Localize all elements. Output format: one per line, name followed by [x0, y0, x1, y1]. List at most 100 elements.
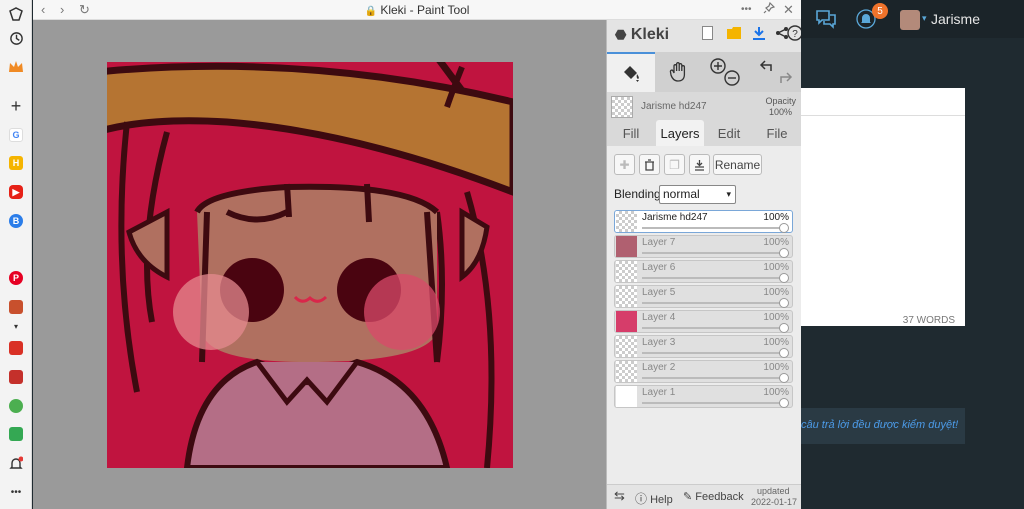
layer-row[interactable]: Layer 5 100% — [614, 285, 793, 308]
layer-opacity-slider[interactable] — [642, 323, 789, 333]
google-icon[interactable]: G — [6, 125, 26, 145]
layer-opacity-slider[interactable] — [642, 373, 789, 383]
feedback-link[interactable]: ✎ Feedback — [683, 490, 744, 503]
paint-bucket-tool[interactable] — [607, 52, 655, 92]
bookmark-icon[interactable]: B — [6, 211, 26, 231]
layer-row[interactable]: Layer 4 100% — [614, 310, 793, 333]
merge-layer-button[interactable] — [689, 154, 710, 175]
grid-icon[interactable] — [6, 424, 26, 444]
blending-row: Blending normal ▾ — [607, 182, 802, 208]
layer-toolbar: ✚ ❐ Rename — [607, 146, 802, 182]
more-options-button[interactable]: ••• — [741, 4, 752, 15]
slider-knob[interactable] — [779, 398, 789, 408]
username[interactable]: Jarisme — [931, 11, 980, 27]
history-icon[interactable] — [6, 28, 26, 48]
moderation-notice: câu trả lời đều được kiểm duyệt! — [801, 408, 965, 444]
open-folder-icon[interactable] — [727, 26, 741, 43]
drawing-canvas[interactable] — [107, 62, 513, 468]
tools-row — [607, 52, 802, 92]
layer-opacity-slider[interactable] — [642, 398, 789, 408]
pinterest-icon[interactable]: P — [6, 268, 26, 288]
layer-opacity: 100% — [763, 312, 789, 323]
layer-opacity-slider[interactable] — [642, 348, 789, 358]
chat-bubbles-icon[interactable] — [815, 9, 837, 34]
new-image-icon[interactable] — [702, 26, 713, 44]
layer-thumbnail — [616, 386, 637, 407]
layer-row[interactable]: Layer 7 100% — [614, 235, 793, 258]
feedback-label: Feedback — [695, 491, 744, 503]
h-icon[interactable]: H — [6, 153, 26, 173]
chevron-down-icon: ▾ — [726, 189, 731, 199]
layer-name: Layer 4 — [642, 312, 676, 323]
layer-row[interactable]: Layer 6 100% — [614, 260, 793, 283]
slider-knob[interactable] — [779, 273, 789, 283]
undo-redo-controls[interactable] — [753, 52, 799, 92]
layer-opacity: 100% — [763, 237, 789, 248]
text-editor[interactable]: 37 WORDS — [801, 88, 965, 326]
tab-layers[interactable]: Layers — [656, 120, 704, 146]
kleki-logo-icon: ⬣ — [615, 27, 627, 42]
layer-thumbnail — [616, 336, 637, 357]
brand-row: ⬣ Kleki ? — [607, 20, 803, 52]
tab-fill[interactable]: Fill — [613, 120, 649, 146]
blending-value: normal — [663, 187, 700, 201]
slider-knob[interactable] — [779, 323, 789, 333]
layer-name: Layer 3 — [642, 337, 676, 348]
layer-row[interactable]: Layer 2 100% — [614, 360, 793, 383]
kleki-logo[interactable]: ⬣ Kleki — [615, 26, 669, 44]
window-title: Kleki - Paint Tool — [380, 3, 470, 17]
blending-label: Blending — [614, 187, 661, 201]
layer-row[interactable]: Layer 3 100% — [614, 335, 793, 358]
more-icon[interactable]: ••• — [6, 482, 26, 502]
swap-icon[interactable]: ⇆ — [614, 488, 625, 504]
bell-icon[interactable] — [6, 453, 26, 473]
layer-opacity-slider[interactable] — [642, 248, 789, 258]
chat-icon[interactable] — [6, 396, 26, 416]
layer-name: Layer 1 — [642, 387, 676, 398]
shield-icon[interactable] — [6, 297, 26, 317]
editor-toolbar — [801, 88, 965, 116]
tab-edit[interactable]: Edit — [711, 120, 747, 146]
layer-thumbnail — [616, 361, 637, 382]
layer-opacity-slider[interactable] — [642, 298, 789, 308]
slider-knob[interactable] — [779, 298, 789, 308]
layer-opacity: 100% — [763, 287, 789, 298]
layer-thumbnail — [616, 261, 637, 282]
close-button[interactable]: ✕ — [783, 2, 794, 18]
shield-badge — [9, 300, 23, 314]
browser-logo-icon[interactable] — [6, 4, 26, 24]
hand-tool[interactable] — [659, 52, 699, 92]
duplicate-layer-button[interactable]: ❐ — [664, 154, 685, 175]
download-icon[interactable] — [752, 26, 766, 44]
layer-opacity-slider[interactable] — [642, 273, 789, 283]
add-layer-button[interactable]: ✚ — [614, 154, 635, 175]
chevron-down-icon[interactable]: ▾ — [6, 316, 26, 336]
layer-row[interactable]: Layer 1 100% — [614, 385, 793, 408]
browser-sidebar: + G H ▶ B P ▾ ••• — [0, 0, 32, 509]
layer-opacity-slider[interactable] — [642, 223, 789, 233]
slider-knob[interactable] — [779, 373, 789, 383]
slider-knob[interactable] — [779, 223, 789, 233]
layer-name: Layer 7 — [642, 237, 676, 248]
artwork — [107, 62, 513, 468]
h-badge: H — [9, 156, 23, 170]
tab-file[interactable]: File — [759, 120, 795, 146]
feedback-icon: ✎ — [683, 491, 693, 503]
add-icon[interactable]: + — [6, 96, 26, 116]
slider-knob[interactable] — [779, 348, 789, 358]
help-link[interactable]: ⓘ Help — [635, 490, 673, 507]
zoom-controls[interactable] — [705, 52, 745, 92]
avatar[interactable] — [900, 10, 920, 30]
crown-icon[interactable] — [6, 57, 26, 77]
youtube-icon[interactable]: ▶ — [6, 182, 26, 202]
gift-icon[interactable] — [6, 338, 26, 358]
blending-select[interactable]: normal ▾ — [659, 185, 736, 204]
delete-layer-button[interactable] — [639, 154, 660, 175]
slider-knob[interactable] — [779, 248, 789, 258]
tiki-icon[interactable] — [6, 367, 26, 387]
window-title-row: 🔒 Kleki - Paint Tool — [33, 3, 801, 17]
layer-name: Layer 5 — [642, 287, 676, 298]
pin-button[interactable] — [763, 1, 776, 17]
rename-layer-button[interactable]: Rename — [713, 154, 762, 175]
layer-row[interactable]: Jarisme hd247 100% — [614, 210, 793, 233]
